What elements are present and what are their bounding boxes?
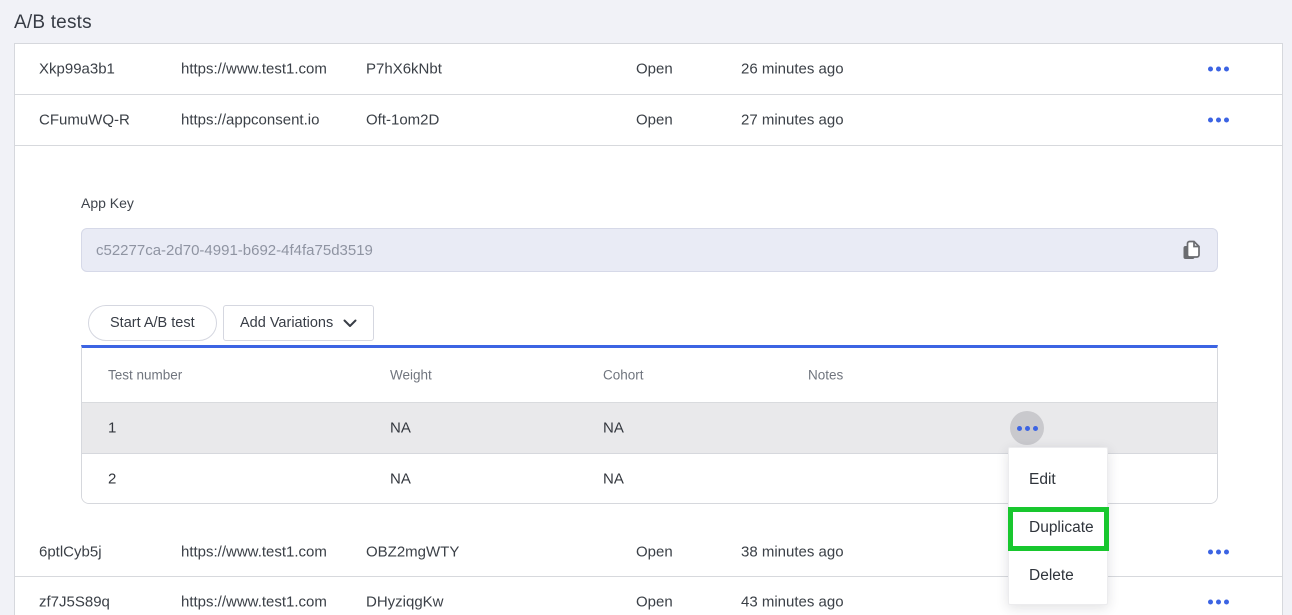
variations-table-header: Test number Weight Cohort Notes — [82, 348, 1217, 403]
updated-time: 38 minutes ago — [741, 544, 844, 561]
start-ab-test-button[interactable]: Start A/B test — [88, 305, 217, 341]
test-id: 6ptlCyb5j — [39, 544, 102, 561]
updated-time: 26 minutes ago — [741, 61, 844, 78]
updated-time: 43 minutes ago — [741, 593, 844, 610]
test-id: zf7J5S89q — [39, 593, 110, 610]
table-row[interactable]: CFumuWQ-R https://appconsent.io Oft-1om2… — [15, 95, 1282, 146]
chevron-down-icon — [343, 319, 357, 328]
variation-cohort: NA — [603, 420, 624, 437]
variation-test-number: 2 — [108, 470, 116, 487]
test-key: OBZ2mgWTY — [366, 544, 459, 561]
status-label: Open — [636, 112, 673, 129]
table-row[interactable]: Xkp99a3b1 https://www.test1.com P7hX6kNb… — [15, 44, 1282, 95]
ellipsis-icon[interactable] — [1208, 118, 1229, 123]
variation-weight: NA — [390, 420, 411, 437]
menu-item-delete[interactable]: Delete — [1009, 552, 1107, 600]
test-url: https://www.test1.com — [181, 544, 327, 561]
test-url: https://www.test1.com — [181, 593, 327, 610]
ellipsis-icon[interactable] — [1208, 67, 1229, 72]
row-actions-button[interactable] — [1010, 411, 1044, 445]
column-header: Notes — [808, 368, 843, 383]
column-header: Test number — [108, 368, 182, 383]
variation-cohort: NA — [603, 470, 624, 487]
add-variations-label: Add Variations — [240, 315, 333, 331]
status-label: Open — [636, 61, 673, 78]
test-url: https://www.test1.com — [181, 61, 327, 78]
updated-time: 27 minutes ago — [741, 112, 844, 129]
status-label: Open — [636, 593, 673, 610]
column-header: Cohort — [603, 368, 644, 383]
test-id: Xkp99a3b1 — [39, 61, 115, 78]
status-label: Open — [636, 544, 673, 561]
ellipsis-icon — [1017, 426, 1038, 431]
test-url: https://appconsent.io — [181, 112, 319, 129]
variation-test-number: 1 — [108, 420, 116, 437]
app-key-value: c52277ca-2d70-4991-b692-4f4fa75d3519 — [96, 242, 1177, 259]
test-key: DHyziqgKw — [366, 593, 444, 610]
app-key-label: App Key — [81, 195, 134, 211]
page-title: A/B tests — [14, 12, 92, 34]
row-context-menu: Edit Duplicate Delete — [1008, 447, 1108, 605]
column-header: Weight — [390, 368, 432, 383]
app-key-field: c52277ca-2d70-4991-b692-4f4fa75d3519 — [81, 228, 1218, 272]
menu-item-edit[interactable]: Edit — [1009, 456, 1107, 504]
ellipsis-icon[interactable] — [1208, 599, 1229, 604]
add-variations-button[interactable]: Add Variations — [223, 305, 374, 341]
copy-icon[interactable] — [1177, 236, 1205, 264]
test-key: P7hX6kNbt — [366, 61, 442, 78]
test-id: CFumuWQ-R — [39, 112, 130, 129]
menu-item-duplicate[interactable]: Duplicate — [1009, 504, 1107, 552]
variation-weight: NA — [390, 470, 411, 487]
start-ab-test-label: Start A/B test — [110, 315, 195, 331]
variation-row[interactable]: 1 NA NA — [82, 403, 1217, 453]
test-key: Oft-1om2D — [366, 112, 439, 129]
ellipsis-icon[interactable] — [1208, 550, 1229, 555]
